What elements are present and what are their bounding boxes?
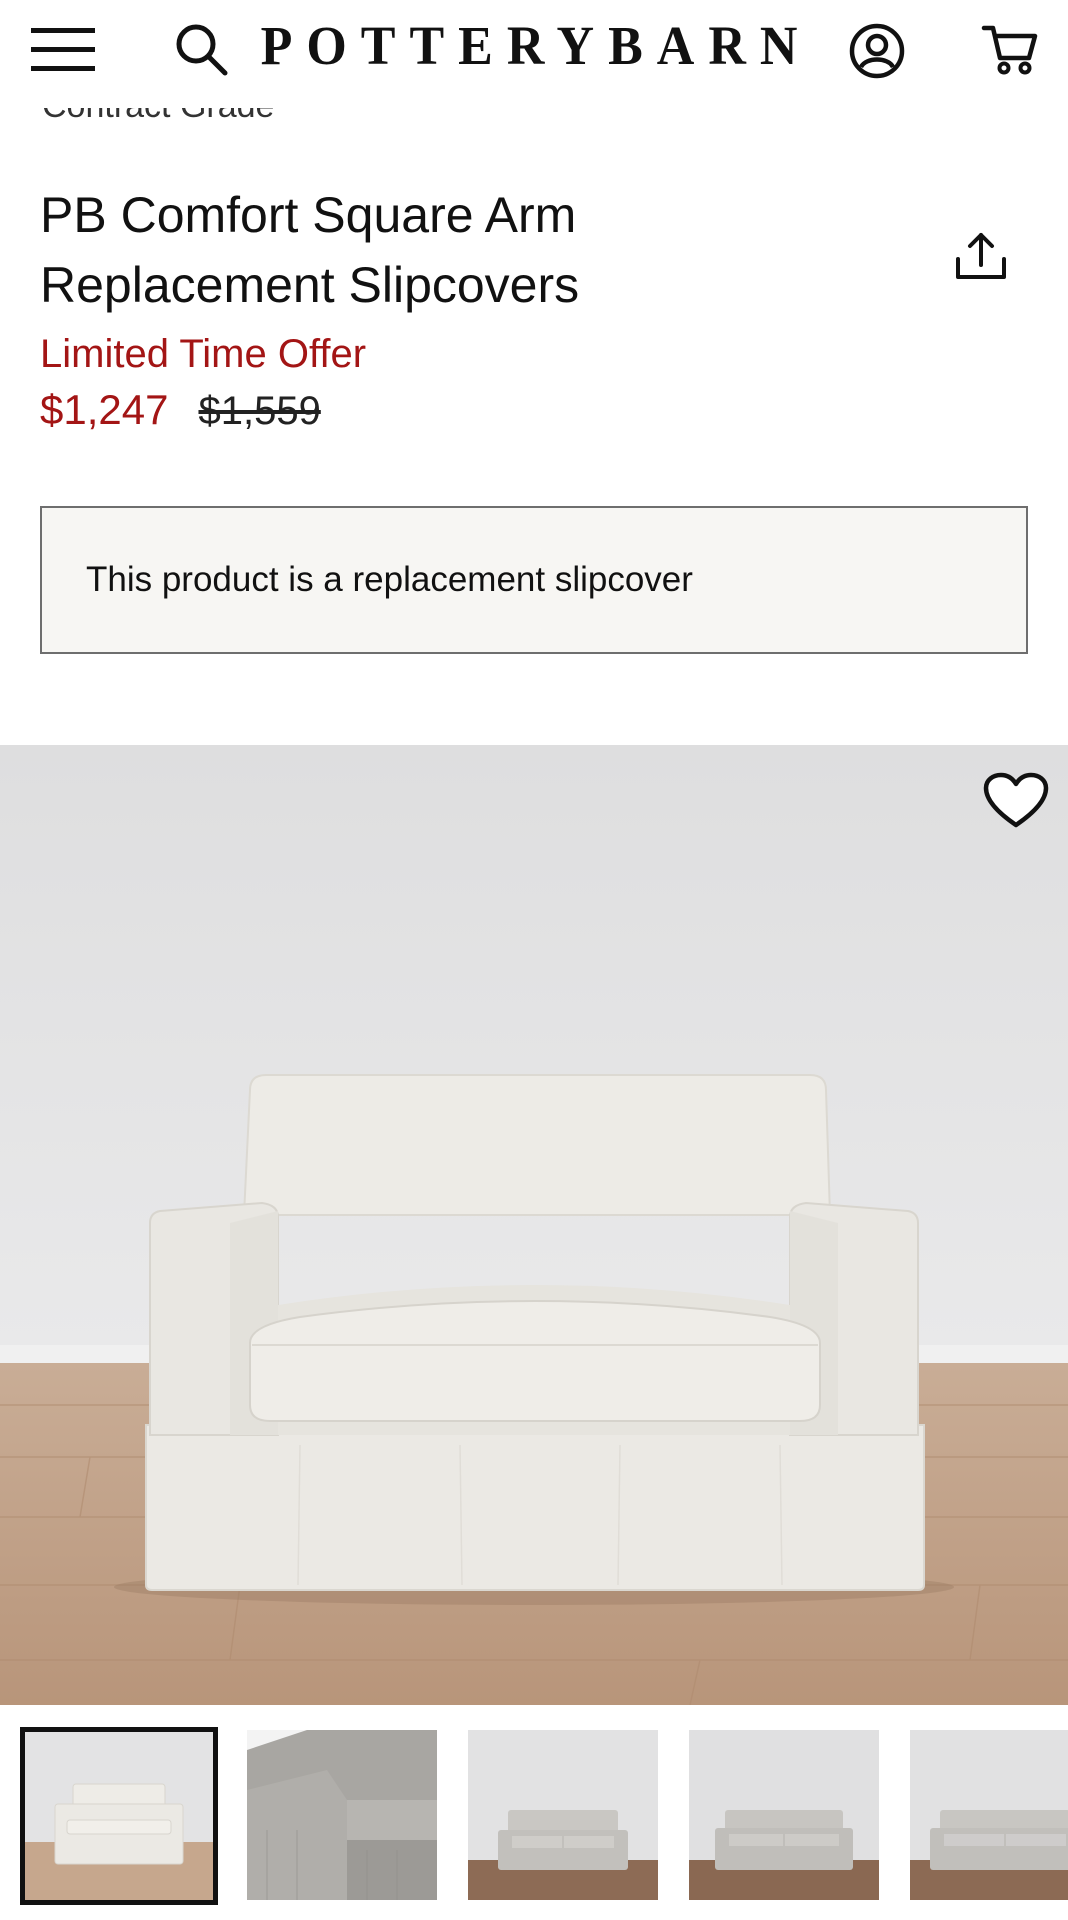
limited-offer-label: Limited Time Offer: [40, 332, 367, 376]
thumbnail-3[interactable]: [468, 1730, 658, 1900]
account-icon[interactable]: [842, 16, 912, 86]
breadcrumb-partial: Contract Grade: [42, 108, 274, 140]
thumbnail-4[interactable]: [689, 1730, 879, 1900]
thumbnail-1[interactable]: [20, 1727, 218, 1905]
price-row: $1,247 $1,559: [40, 386, 321, 434]
thumbnail-gallery: [0, 1722, 1068, 1920]
product-title-line2: Replacement Slipcovers: [40, 257, 580, 313]
thumbnail-5[interactable]: [910, 1730, 1068, 1900]
notice-text: This product is a replacement slipcover: [86, 560, 693, 599]
brand-logo[interactable]: POTTERYBARN: [261, 12, 798, 79]
search-icon[interactable]: [166, 14, 236, 84]
wishlist-heart-icon[interactable]: [976, 766, 1056, 836]
product-title-line1: PB Comfort Square Arm: [40, 187, 577, 243]
product-hero-image[interactable]: [0, 745, 1068, 1705]
sale-price: $1,247: [40, 386, 169, 433]
site-header: POTTERYBARN: [0, 0, 1068, 100]
original-price: $1,559: [198, 389, 321, 433]
slipcover-notice: This product is a replacement slipcover: [40, 506, 1028, 654]
thumbnail-2[interactable]: [247, 1730, 437, 1900]
product-title: PB Comfort Square Arm Replacement Slipco…: [40, 180, 800, 320]
cart-icon[interactable]: [975, 14, 1045, 84]
menu-icon[interactable]: [28, 14, 98, 84]
share-icon[interactable]: [946, 222, 1016, 292]
